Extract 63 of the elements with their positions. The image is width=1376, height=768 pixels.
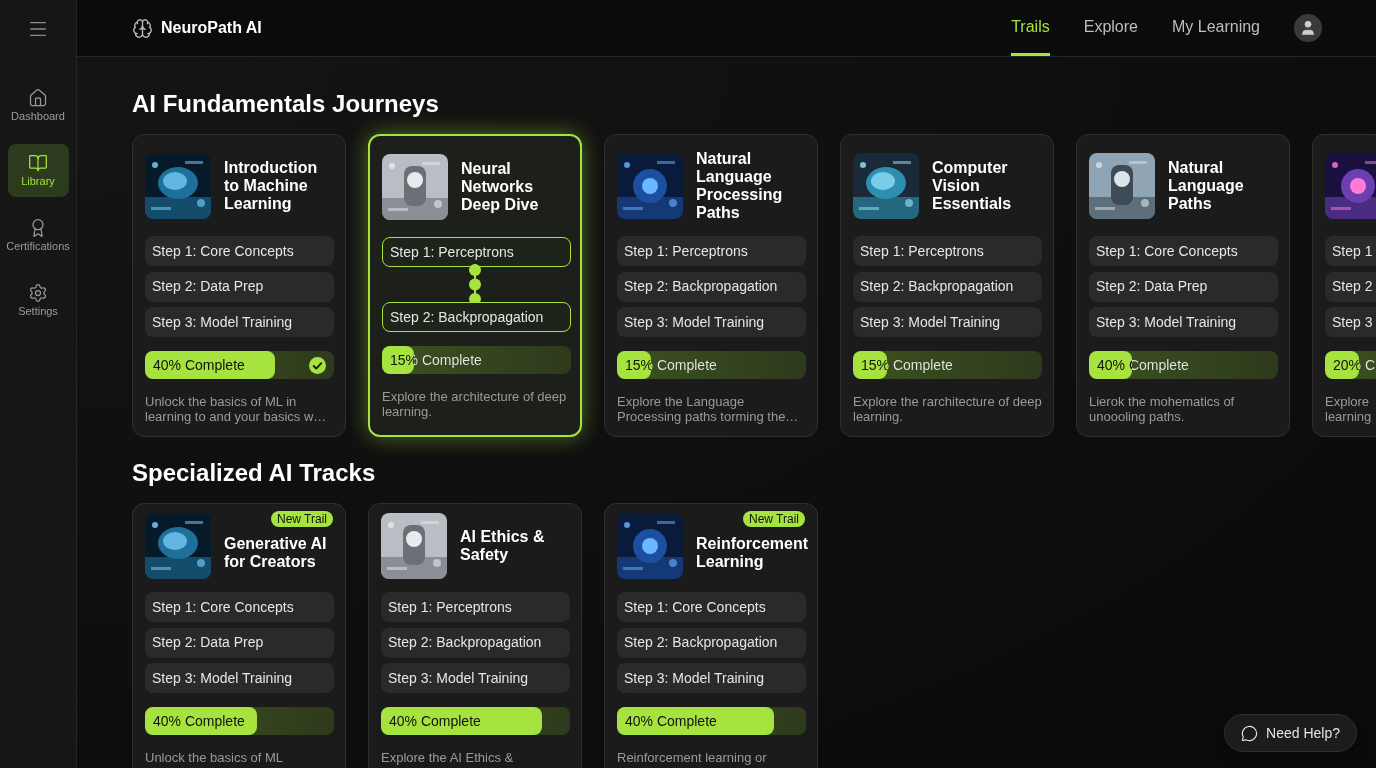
trail-description: Lierok the mohematics of unoooling paths. xyxy=(1089,394,1236,424)
step-item[interactable]: Step 3: Model Training xyxy=(145,307,334,337)
step-item[interactable]: Step 1: Core Concepts xyxy=(617,592,806,622)
step-item[interactable]: Step 2: Data Prep xyxy=(1089,271,1278,302)
sidebar-item[interactable]: Library xyxy=(7,144,69,197)
trail-description: Explore the architecture of deep learning. xyxy=(382,389,568,419)
step-item[interactable]: Step 1: Perceptrons xyxy=(382,237,571,267)
new-trail-badge: New Trail xyxy=(271,511,333,527)
step-item[interactable]: Step 3: Model Training xyxy=(617,663,806,693)
new-trail-badge: New Trail xyxy=(743,511,805,527)
trail-title: Computer Vision Essentials xyxy=(932,159,1013,213)
sidebar-item[interactable]: Certifications xyxy=(7,209,69,262)
trail-title: AI Ethics & Safety xyxy=(460,528,546,564)
trail-title: Reinforcement Learning xyxy=(696,535,809,571)
trail-description: Reinforcement learning or xyxy=(617,750,768,765)
step-item[interactable]: Step 1: Core Concepts xyxy=(145,592,334,622)
avatar-button[interactable] xyxy=(1294,14,1322,42)
step-item[interactable]: Step 3: Model Training xyxy=(1089,307,1278,337)
trail-title: Introduction to Machine Learning xyxy=(224,159,319,213)
trail-card[interactable]: New Trail Generative AI for Creators Step 1: Core Concepts Step 2: Data Prep Step 3: Model Training 40% Complete Unlock the basics of ML xyxy=(132,503,346,768)
user-icon xyxy=(1299,19,1317,37)
step-item[interactable]: Step 2: Backpropagation xyxy=(617,627,806,658)
step-item[interactable]: Step 1: Core Concepts xyxy=(1089,236,1278,266)
brain-icon xyxy=(132,17,153,39)
trail-card[interactable]: AI Ethics & Safety Step 1: Perceptrons Step 2: Backpropagation Step 3: Model Training 40% Complete Explore the AI Ethics & xyxy=(368,503,582,768)
brand-name: NeuroPath AI xyxy=(161,18,262,38)
step-item[interactable]: Step 2: Backpropagation xyxy=(617,271,806,302)
trail-card[interactable]: New Trail Reinforcement Learning Step 1: Core Concepts Step 2: Backpropagation Step 3: Model Training 40% Complete Reinforcement learning or xyxy=(604,503,818,768)
trail-description: Unlock the basics of ML xyxy=(145,750,284,765)
section-heading: AI Fundamentals Journeys xyxy=(132,89,440,119)
sidebar-item[interactable]: Dashboard xyxy=(7,79,69,132)
step-item[interactable]: Step 2: Backpropagation xyxy=(853,271,1042,302)
step-item[interactable]: Step 2: Data Prep xyxy=(145,627,334,658)
section-heading: Specialized AI Tracks xyxy=(132,458,377,488)
nav-tab[interactable]: My Learning xyxy=(1171,0,1260,56)
chat-icon xyxy=(1241,724,1259,742)
trail-description: Explore the Language Processing paths torming the… xyxy=(617,394,800,424)
step-item[interactable]: Step 3: Model Training xyxy=(617,307,806,337)
help-button[interactable]: Need Help? xyxy=(1224,714,1357,752)
trail-title: Generative AI for Creators xyxy=(224,535,328,571)
step-item[interactable]: Step 1: Perceptrons xyxy=(381,592,570,622)
trail-description: Explore learning xyxy=(1325,394,1373,424)
step-item[interactable]: Step 3 xyxy=(1325,307,1376,337)
step-item[interactable]: Step 1: Perceptrons xyxy=(853,236,1042,266)
step-item[interactable]: Step 2: Backpropagation xyxy=(381,627,570,658)
step-item[interactable]: Step 1 xyxy=(1325,236,1376,266)
nav-tab[interactable]: Explore xyxy=(1083,0,1138,56)
step-item[interactable]: Step 3: Model Training xyxy=(381,663,570,693)
step-item[interactable]: Step 1: Perceptrons xyxy=(617,236,806,266)
sidebar-item[interactable]: Settings xyxy=(7,274,69,327)
step-item[interactable]: Step 2: Data Prep xyxy=(145,271,334,302)
step-item[interactable]: Step 2: Backpropagation xyxy=(382,302,571,332)
trail-description: Unlock the basics of ML in learning to and your basics w… xyxy=(145,394,328,424)
step-item[interactable]: Step 3: Model Training xyxy=(145,663,334,693)
step-item[interactable]: Step 1: Core Concepts xyxy=(145,236,334,266)
step-item[interactable]: Step 2 xyxy=(1325,271,1376,302)
step-item[interactable]: Step 3: Model Training xyxy=(853,307,1042,337)
trail-card[interactable]: Introduction to Machine Learning Step 1: Core Concepts Step 2: Data Prep Step 3: Model Training 40% Complete Unlock the basics of ML in learning to and your basics w… xyxy=(132,134,346,437)
trail-description: Explore the rarchitecture of deep learning. xyxy=(853,394,1042,424)
trail-description: Explore the AI Ethics & xyxy=(381,750,515,765)
trail-title: Natural Language Paths xyxy=(1168,159,1245,213)
trail-title: Neural Networks Deep Dive xyxy=(461,160,540,214)
trail-title: Natural Language Processing Paths xyxy=(696,150,784,222)
